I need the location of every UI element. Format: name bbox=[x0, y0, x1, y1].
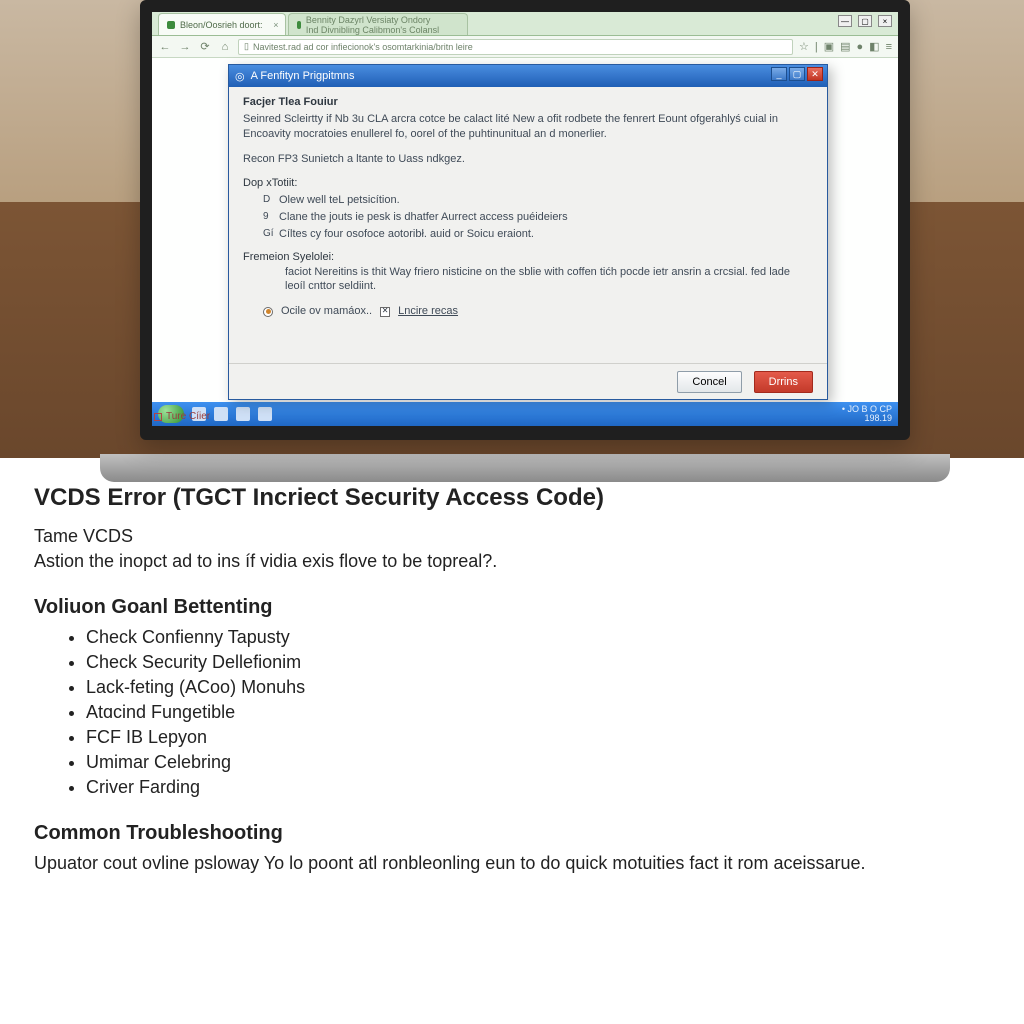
taskbar: • JO B O CP 198.19 bbox=[152, 402, 898, 426]
laptop-bezel: Bleon/Oosrieh doort: × Bennity Dazyrl Ve… bbox=[140, 0, 910, 440]
article-line: Astion the inopct ad to ins íf vidia exi… bbox=[34, 551, 990, 572]
taskbar-item[interactable] bbox=[214, 407, 228, 421]
toolbar-menu-icon[interactable]: ≡ bbox=[886, 41, 892, 53]
lock-icon: ▯ bbox=[244, 41, 249, 52]
dialog-minimize-button[interactable]: _ bbox=[771, 67, 787, 81]
toolbar-icon[interactable]: ▣ bbox=[824, 40, 834, 53]
toolbar-icon[interactable]: ☆ bbox=[799, 40, 809, 53]
section-heading: Voliuon Goanl Bettenting bbox=[34, 596, 990, 619]
article-line: Tame VCDS bbox=[34, 526, 990, 547]
browser-toolbar: ← → ⟳ ⌂ ▯ Navitest.rad ad cor infieciono… bbox=[152, 36, 898, 58]
clock-text: 198.19 bbox=[842, 414, 892, 423]
bullet-text: Clane the jouts ie pesk is dhatfer Aurre… bbox=[279, 210, 568, 225]
radio-label: Ocile ov mamáox.. bbox=[281, 304, 372, 319]
radio-button[interactable] bbox=[263, 307, 273, 317]
list-item: Atɑcind Fungetible bbox=[86, 702, 990, 723]
taskbar-item[interactable] bbox=[236, 407, 250, 421]
list-item: Check Confienny Tapusty bbox=[86, 627, 990, 648]
section-heading: Common Troubleshooting bbox=[34, 822, 990, 845]
tab-close-icon[interactable]: × bbox=[273, 20, 278, 30]
page-title: VCDS Error (TGCT Incriect Security Acces… bbox=[34, 484, 990, 512]
dialog-paragraph: Seinred Scleirtty if Nb 3u CLA arcra cot… bbox=[243, 112, 813, 142]
browser-tab-active[interactable]: Bleon/Oosrieh doort: × bbox=[158, 13, 286, 35]
bullet-text: Olew well teL petsicítion. bbox=[279, 193, 400, 208]
bullet-list: Check Confienny Tapusty Check Security D… bbox=[34, 627, 990, 798]
toolbar-icon[interactable]: ● bbox=[857, 41, 864, 53]
dialog-paragraph: faciot Nereitins is thit Way friero nist… bbox=[285, 265, 813, 295]
nav-reload-icon[interactable]: ⟳ bbox=[198, 40, 212, 53]
tab-label: Bleon/Oosrieh doort: bbox=[180, 20, 263, 30]
badge-text: Ture Cíier bbox=[166, 411, 210, 422]
dialog-footer: Concel Drrins bbox=[229, 363, 827, 399]
article-body: VCDS Error (TGCT Incriect Security Acces… bbox=[0, 458, 1024, 874]
dialog-bullet: D Olew well teL petsicítion. bbox=[263, 193, 813, 208]
dialog-bullet: Gí Cíltes cy four osofoce aotoribł. auid … bbox=[263, 227, 813, 242]
dialog-line: Recon FP3 Sunietch a ltante to Uass ndkg… bbox=[243, 152, 813, 167]
window-minimize-button[interactable]: — bbox=[838, 15, 852, 27]
dialog-heading: Facjer Tlea Fouiur bbox=[243, 95, 813, 110]
toolbar-divider: | bbox=[815, 41, 818, 53]
dialog-title-text: A Fenfityn Prigpitmns bbox=[251, 70, 355, 82]
laptop-photo-region: Bleon/Oosrieh doort: × Bennity Dazyrl Ve… bbox=[0, 0, 1024, 458]
browser-content: ◎ A Fenfityn Prigpitmns _ ▢ ✕ Facjer Tle… bbox=[152, 58, 898, 426]
dialog-option-row: Ocile ov mamáox.. ✕ Lncire recas bbox=[263, 304, 813, 319]
article-paragraph: Upuator cout ovline psloway Yo lo poont … bbox=[34, 853, 990, 874]
badge-icon bbox=[154, 413, 162, 421]
aux-badge: Ture Cíier bbox=[154, 411, 210, 422]
address-text: Navitest.rad ad cor infiecionok's osomta… bbox=[253, 42, 473, 52]
bullet-marker: Gí bbox=[263, 227, 273, 242]
dialog-subheading: Dop xTotiit: bbox=[243, 176, 813, 191]
dialog-maximize-button[interactable]: ▢ bbox=[789, 67, 805, 81]
dialog-controls: _ ▢ ✕ bbox=[771, 67, 823, 81]
window-close-button[interactable]: × bbox=[878, 15, 892, 27]
dialog-body: Facjer Tlea Fouiur Seinred Scleirtty if … bbox=[229, 87, 827, 363]
checkbox[interactable]: ✕ bbox=[380, 307, 390, 317]
system-tray[interactable]: • JO B O CP 198.19 bbox=[842, 405, 892, 424]
ok-button[interactable]: Drrins bbox=[754, 371, 813, 393]
dialog-bullet: 9 Clane the jouts ie pesk is dhatfer Aurr… bbox=[263, 210, 813, 225]
laptop-base bbox=[100, 454, 950, 482]
dialog-titlebar[interactable]: ◎ A Fenfityn Prigpitmns _ ▢ ✕ bbox=[229, 65, 827, 87]
taskbar-item[interactable] bbox=[258, 407, 272, 421]
bullet-marker: D bbox=[263, 193, 273, 208]
toolbar-right: ☆ | ▣ ▤ ● ◧ ≡ bbox=[799, 40, 892, 53]
favicon-icon bbox=[167, 21, 175, 29]
list-item: FCF IB Lepyon bbox=[86, 727, 990, 748]
favicon-icon bbox=[297, 21, 301, 29]
window-maximize-button[interactable]: ▢ bbox=[858, 15, 872, 27]
list-item: Umimar Celebring bbox=[86, 752, 990, 773]
browser-window: Bleon/Oosrieh doort: × Bennity Dazyrl Ve… bbox=[152, 12, 898, 426]
checkbox-label: Lncire recas bbox=[398, 304, 458, 319]
dialog-window: ◎ A Fenfityn Prigpitmns _ ▢ ✕ Facjer Tle… bbox=[228, 64, 828, 400]
nav-home-icon[interactable]: ⌂ bbox=[218, 41, 232, 53]
list-item: Check Security Dellefionim bbox=[86, 652, 990, 673]
dialog-subheading: Fremeion Syelolei: bbox=[243, 250, 813, 265]
toolbar-icon[interactable]: ▤ bbox=[840, 40, 850, 53]
nav-forward-icon[interactable]: → bbox=[178, 41, 192, 53]
window-controls: — ▢ × bbox=[838, 15, 892, 27]
bullet-text: Cíltes cy four osofoce aotoribł. auid or… bbox=[279, 227, 534, 242]
bullet-marker: 9 bbox=[263, 210, 273, 225]
dialog-close-button[interactable]: ✕ bbox=[807, 67, 823, 81]
browser-tab-inactive[interactable]: Bennity Dazyrl Versiaty Ondory Ind Divni… bbox=[288, 13, 468, 35]
cancel-button[interactable]: Concel bbox=[677, 371, 741, 393]
browser-tabstrip: Bleon/Oosrieh doort: × Bennity Dazyrl Ve… bbox=[152, 12, 898, 36]
tab-label: Bennity Dazyrl Versiaty Ondory Ind Divni… bbox=[306, 15, 445, 35]
address-bar[interactable]: ▯ Navitest.rad ad cor infiecionok's osom… bbox=[238, 39, 793, 55]
app-icon: ◎ bbox=[235, 70, 245, 83]
toolbar-icon[interactable]: ◧ bbox=[869, 40, 879, 53]
list-item: Criver Farding bbox=[86, 777, 990, 798]
nav-back-icon[interactable]: ← bbox=[158, 41, 172, 53]
list-item: Lack-feting (ACoo) Monuhs bbox=[86, 677, 990, 698]
